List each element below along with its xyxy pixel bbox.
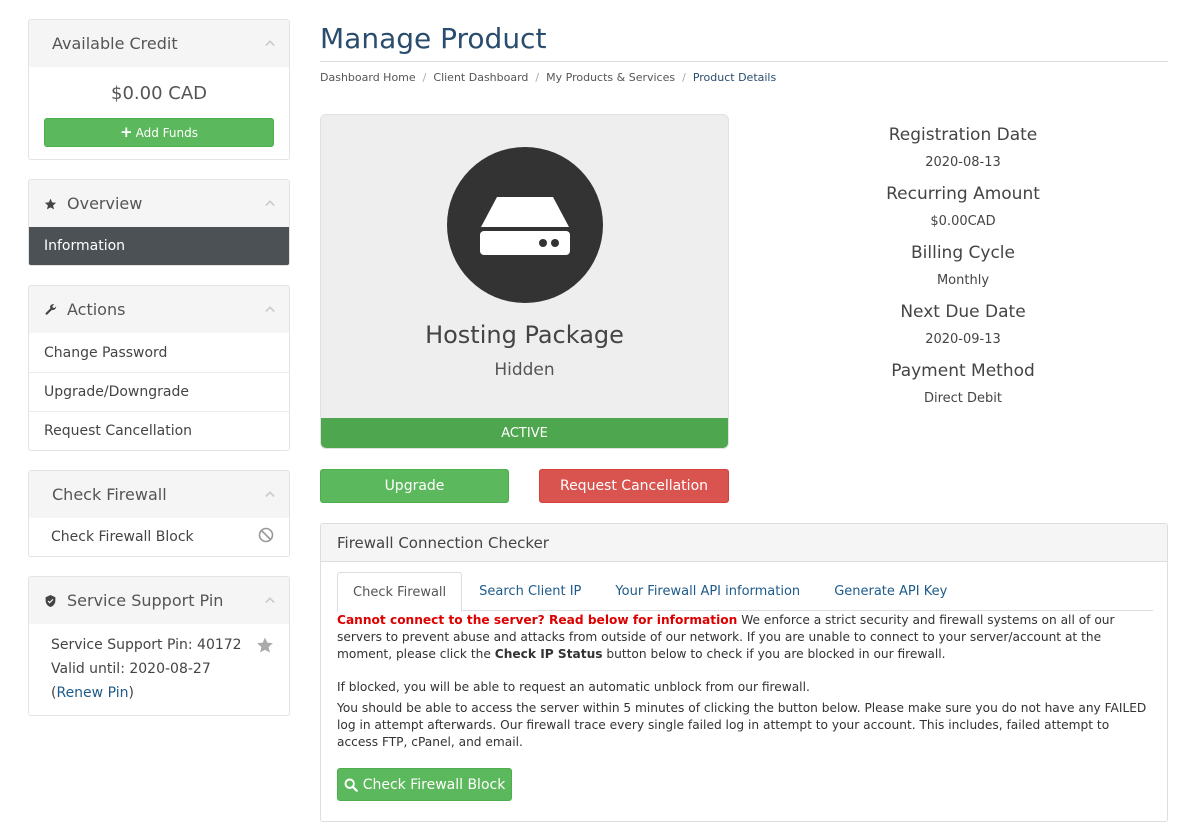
support-pin-panel: Service Support Pin Service Support Pin:… [28, 576, 290, 716]
wrench-icon [44, 303, 57, 316]
sidebar-item-upgrade-downgrade[interactable]: Upgrade/Downgrade [29, 372, 289, 411]
shield-check-icon [44, 594, 57, 607]
check-firewall-block-label: Check Firewall Block [51, 529, 194, 545]
sidebar-item-information[interactable]: Information [29, 227, 289, 265]
payment-method-value: Direct Debit [923, 391, 1003, 406]
star-icon[interactable] [256, 636, 274, 662]
sidebar-item-check-firewall-block[interactable]: Check Firewall Block [29, 518, 289, 556]
support-pin-panel-title: Service Support Pin [67, 591, 224, 610]
sidebar: Available Credit $0.00 CAD + Add Funds O… [28, 19, 290, 735]
next-due-date-value: 2020-09-13 [925, 332, 1001, 347]
chevron-up-icon[interactable] [265, 596, 275, 606]
breadcrumb-product-details: Product Details [692, 71, 777, 84]
check-firewall-panel: Check Firewall Check Firewall Block [28, 470, 290, 557]
support-pin-body: Service Support Pin: 40172 Valid until: … [29, 624, 289, 715]
actions-panel-title: Actions [67, 300, 126, 319]
billing-cycle-value: Monthly [936, 273, 990, 288]
recurring-amount-label: Recurring Amount [886, 184, 1040, 204]
chevron-up-icon[interactable] [265, 39, 275, 49]
tab-check-firewall[interactable]: Check Firewall [337, 572, 463, 612]
title-divider [320, 61, 1168, 62]
actions-panel: Actions Change Password Upgrade/Downgrad… [28, 285, 290, 451]
tab-search-client-ip[interactable]: Search Client IP [462, 572, 598, 611]
firewall-checker-panel: Firewall Connection Checker Check Firewa… [320, 523, 1168, 822]
firewall-info-para-1: Cannot connect to the server? Read below… [337, 612, 1153, 662]
recurring-amount-value: $0.00CAD [930, 214, 996, 229]
support-pin-valid-until: Valid until: 2020-08-27 [51, 661, 211, 677]
product-subtitle: Hidden [494, 360, 555, 380]
firewall-tabs: Check Firewall Search Client IP Your Fir… [337, 572, 1153, 612]
renew-close-paren: ) [128, 685, 134, 701]
breadcrumb-sep: / [535, 71, 540, 84]
registration-date-label: Registration Date [888, 125, 1038, 145]
next-due-date-label: Next Due Date [900, 302, 1026, 322]
actions-panel-header[interactable]: Actions [29, 286, 289, 333]
add-funds-label: Add Funds [135, 125, 198, 140]
page-title: Manage Product [320, 22, 547, 55]
check-firewall-block-label: Check Firewall Block [362, 776, 506, 793]
ban-icon [258, 527, 274, 547]
firewall-para1-text-end: button below to check if you are blocked… [602, 646, 946, 661]
firewall-info-text: Cannot connect to the server? Read below… [337, 612, 1153, 768]
overview-panel-header[interactable]: Overview [29, 180, 289, 227]
product-name: Hosting Package [425, 321, 624, 349]
request-cancellation-button[interactable]: Request Cancellation [539, 469, 729, 503]
credit-panel: Available Credit $0.00 CAD + Add Funds [28, 19, 290, 160]
breadcrumb-sep: / [422, 71, 427, 84]
payment-method-label: Payment Method [891, 361, 1035, 381]
firewall-warning: Cannot connect to the server? Read below… [337, 613, 738, 627]
plus-icon: + [120, 123, 133, 141]
billing-cycle-label: Billing Cycle [911, 243, 1015, 263]
credit-amount: $0.00 CAD [111, 83, 207, 104]
product-details: Registration Date 2020-08-13 Recurring A… [780, 122, 1146, 417]
tab-firewall-api-information[interactable]: Your Firewall API information [598, 572, 817, 611]
firewall-info-para-2: If blocked, you will be able to request … [337, 680, 810, 695]
breadcrumb-dashboard-home[interactable]: Dashboard Home [320, 71, 416, 84]
registration-date-value: 2020-08-13 [925, 155, 1001, 170]
credit-panel-header[interactable]: Available Credit [29, 20, 289, 67]
tab-generate-api-key[interactable]: Generate API Key [817, 572, 964, 611]
overview-panel: Overview Information [28, 179, 290, 266]
star-icon [44, 197, 57, 210]
check-firewall-panel-header[interactable]: Check Firewall [29, 471, 289, 518]
upgrade-button[interactable]: Upgrade [320, 469, 509, 503]
breadcrumb: Dashboard Home / Client Dashboard / My Produ… [320, 71, 776, 84]
renew-pin-link[interactable]: Renew Pin [56, 685, 128, 701]
firewall-checker-title: Firewall Connection Checker [321, 524, 1167, 562]
support-pin-value: Service Support Pin: 40172 [51, 637, 242, 653]
firewall-info-para-3: You should be able to access the server … [337, 701, 1147, 749]
add-funds-button[interactable]: + Add Funds [44, 118, 274, 147]
chevron-up-icon[interactable] [265, 199, 275, 209]
sidebar-item-request-cancellation[interactable]: Request Cancellation [29, 411, 289, 450]
chevron-up-icon[interactable] [265, 305, 275, 315]
breadcrumb-sep: / [682, 71, 686, 84]
server-icon [480, 197, 570, 255]
product-icon-circle [447, 147, 603, 303]
breadcrumb-client-dashboard[interactable]: Client Dashboard [433, 71, 528, 84]
breadcrumb-my-products[interactable]: My Products & Services [546, 71, 675, 84]
support-pin-panel-header[interactable]: Service Support Pin [29, 577, 289, 624]
firewall-para1-bold: Check IP Status [494, 646, 603, 661]
check-firewall-panel-title: Check Firewall [52, 485, 167, 504]
chevron-up-icon[interactable] [265, 490, 275, 500]
sidebar-item-change-password[interactable]: Change Password [29, 333, 289, 372]
search-icon [344, 778, 358, 792]
credit-panel-title: Available Credit [52, 34, 178, 53]
renew-pin-line: (Renew Pin) [51, 681, 274, 705]
status-badge: ACTIVE [321, 418, 728, 448]
check-firewall-block-button[interactable]: Check Firewall Block [337, 768, 512, 801]
overview-panel-title: Overview [67, 194, 143, 213]
product-card: Hosting Package Hidden ACTIVE [320, 114, 729, 449]
